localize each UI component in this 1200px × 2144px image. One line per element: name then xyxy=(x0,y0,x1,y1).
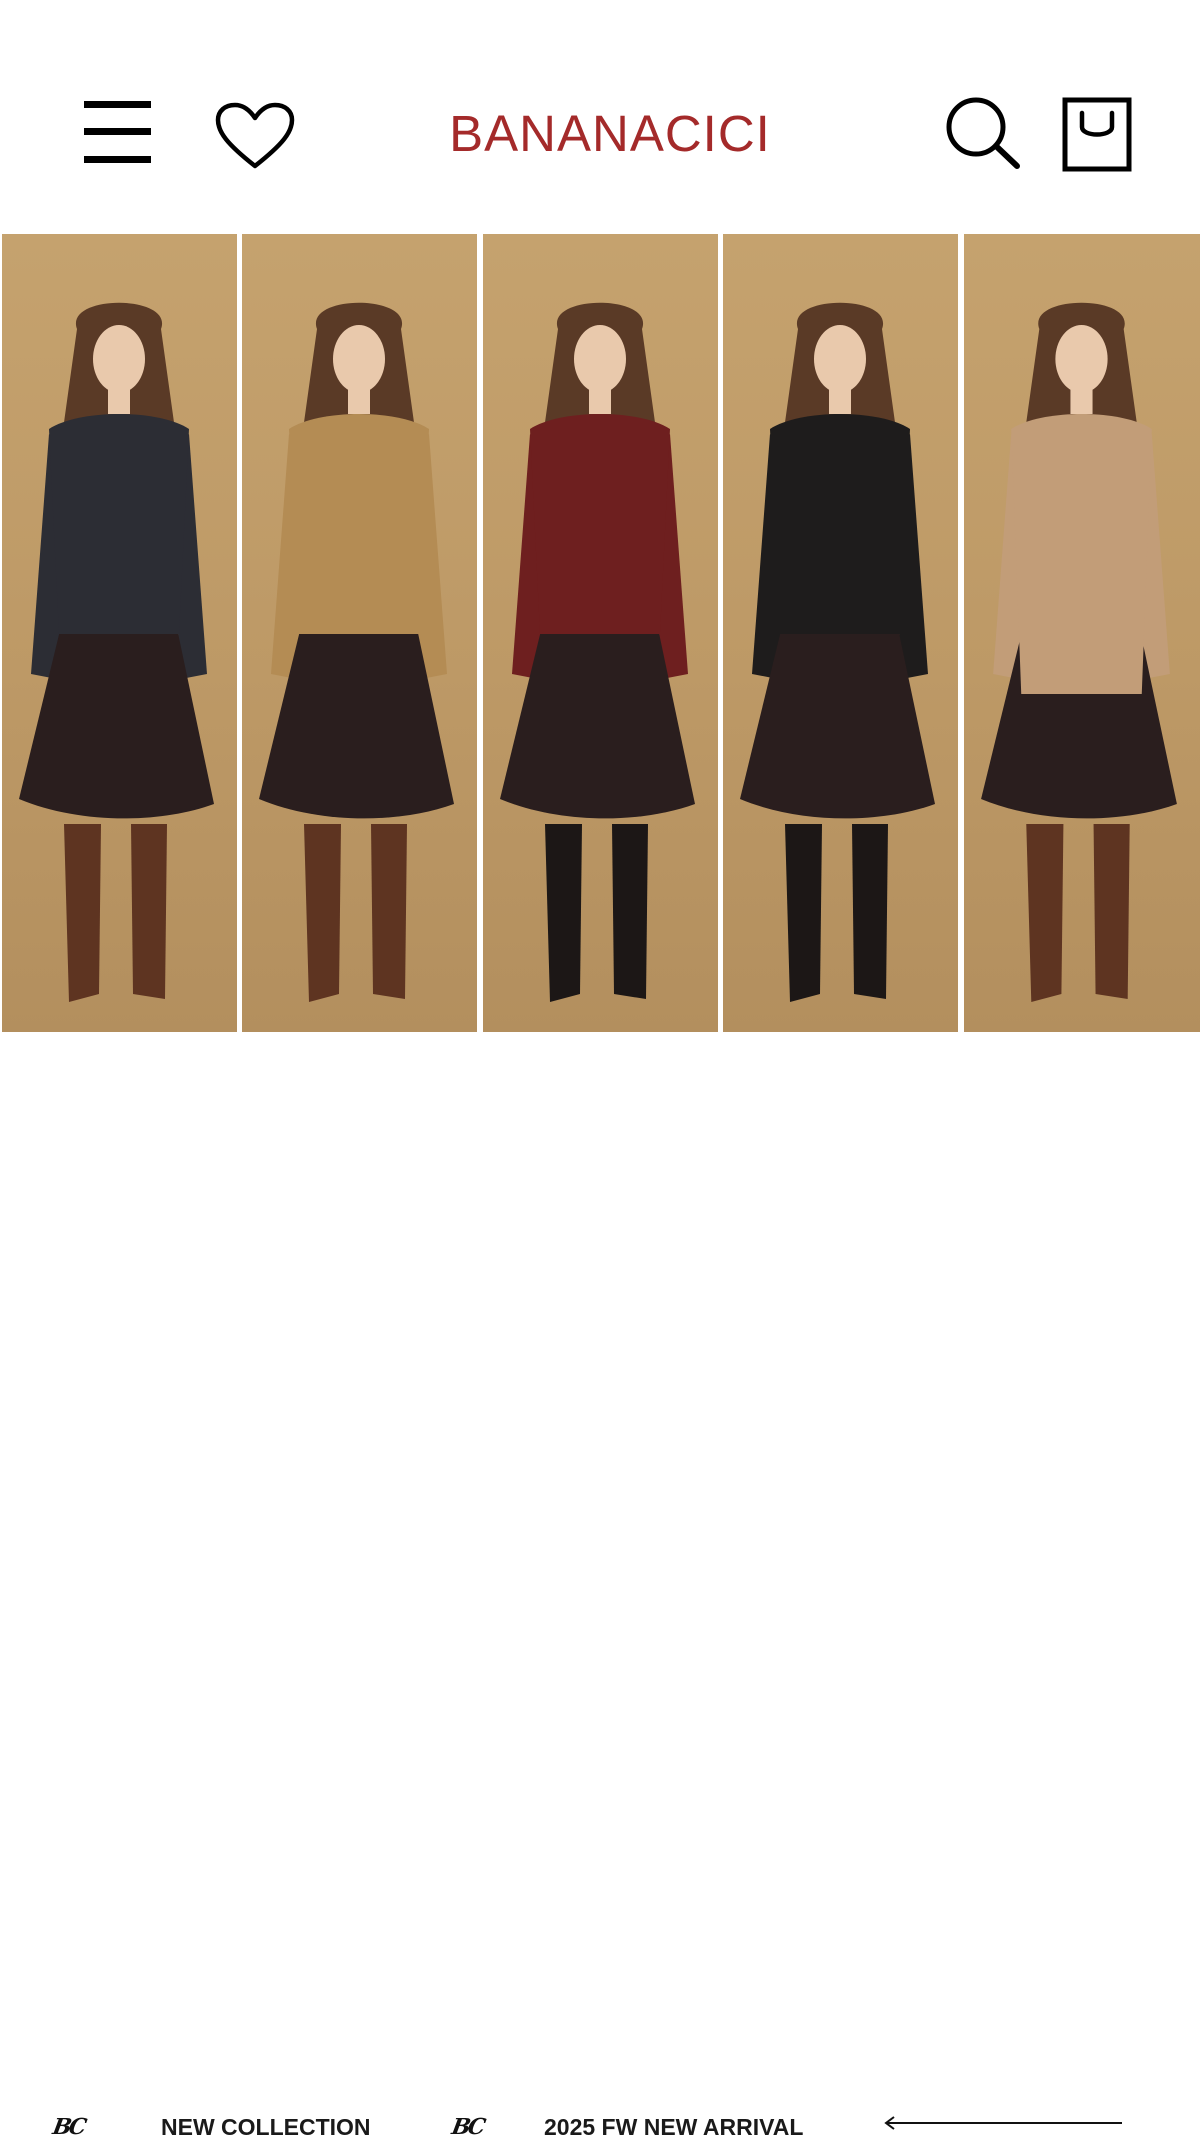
model-photo xyxy=(981,302,1177,1002)
face xyxy=(333,325,385,393)
shopping-bag-icon[interactable] xyxy=(1062,97,1132,172)
right-boot xyxy=(371,824,407,999)
top-garment xyxy=(289,414,429,634)
arrow-left-icon[interactable] xyxy=(882,2112,1124,2134)
left-boot xyxy=(1026,824,1064,1002)
model-photo xyxy=(259,302,454,1002)
top-garment xyxy=(530,414,670,634)
top-garment xyxy=(1011,414,1152,694)
lookbook-gallery xyxy=(0,234,1200,1032)
face xyxy=(574,325,626,393)
top-garment xyxy=(49,414,189,634)
left-boot xyxy=(785,824,822,1002)
bc-logo-icon: BC xyxy=(50,2114,86,2140)
look-card-3[interactable] xyxy=(483,234,718,1032)
model-photo xyxy=(740,302,935,1002)
brand-logo[interactable]: BANANACICI xyxy=(400,104,820,164)
right-boot xyxy=(612,824,648,999)
menu-icon[interactable] xyxy=(84,101,151,163)
heart-icon[interactable] xyxy=(215,102,295,170)
look-card-5[interactable] xyxy=(964,234,1200,1032)
new-collection-label[interactable]: NEW COLLECTION xyxy=(161,2110,371,2144)
right-boot xyxy=(131,824,167,999)
right-boot xyxy=(852,824,888,999)
collection-banner: BC NEW COLLECTION BC 2025 FW NEW ARRIVAL xyxy=(0,1032,1200,2140)
left-boot xyxy=(545,824,582,1002)
model-photo xyxy=(19,302,214,1002)
look-card-2[interactable] xyxy=(242,234,477,1032)
left-boot xyxy=(64,824,101,1002)
top-garment xyxy=(770,414,910,634)
search-icon[interactable] xyxy=(944,96,1022,170)
face xyxy=(1055,325,1108,393)
face xyxy=(93,325,145,393)
face xyxy=(814,325,866,393)
left-boot xyxy=(304,824,341,1002)
bc-logo-icon: BC xyxy=(449,2114,485,2140)
look-card-1[interactable] xyxy=(2,234,237,1032)
model-photo xyxy=(500,302,695,1002)
site-header: BANANACICI xyxy=(0,0,1200,234)
look-card-4[interactable] xyxy=(723,234,958,1032)
right-boot xyxy=(1093,824,1130,999)
new-arrival-label[interactable]: 2025 FW NEW ARRIVAL xyxy=(544,2110,803,2144)
